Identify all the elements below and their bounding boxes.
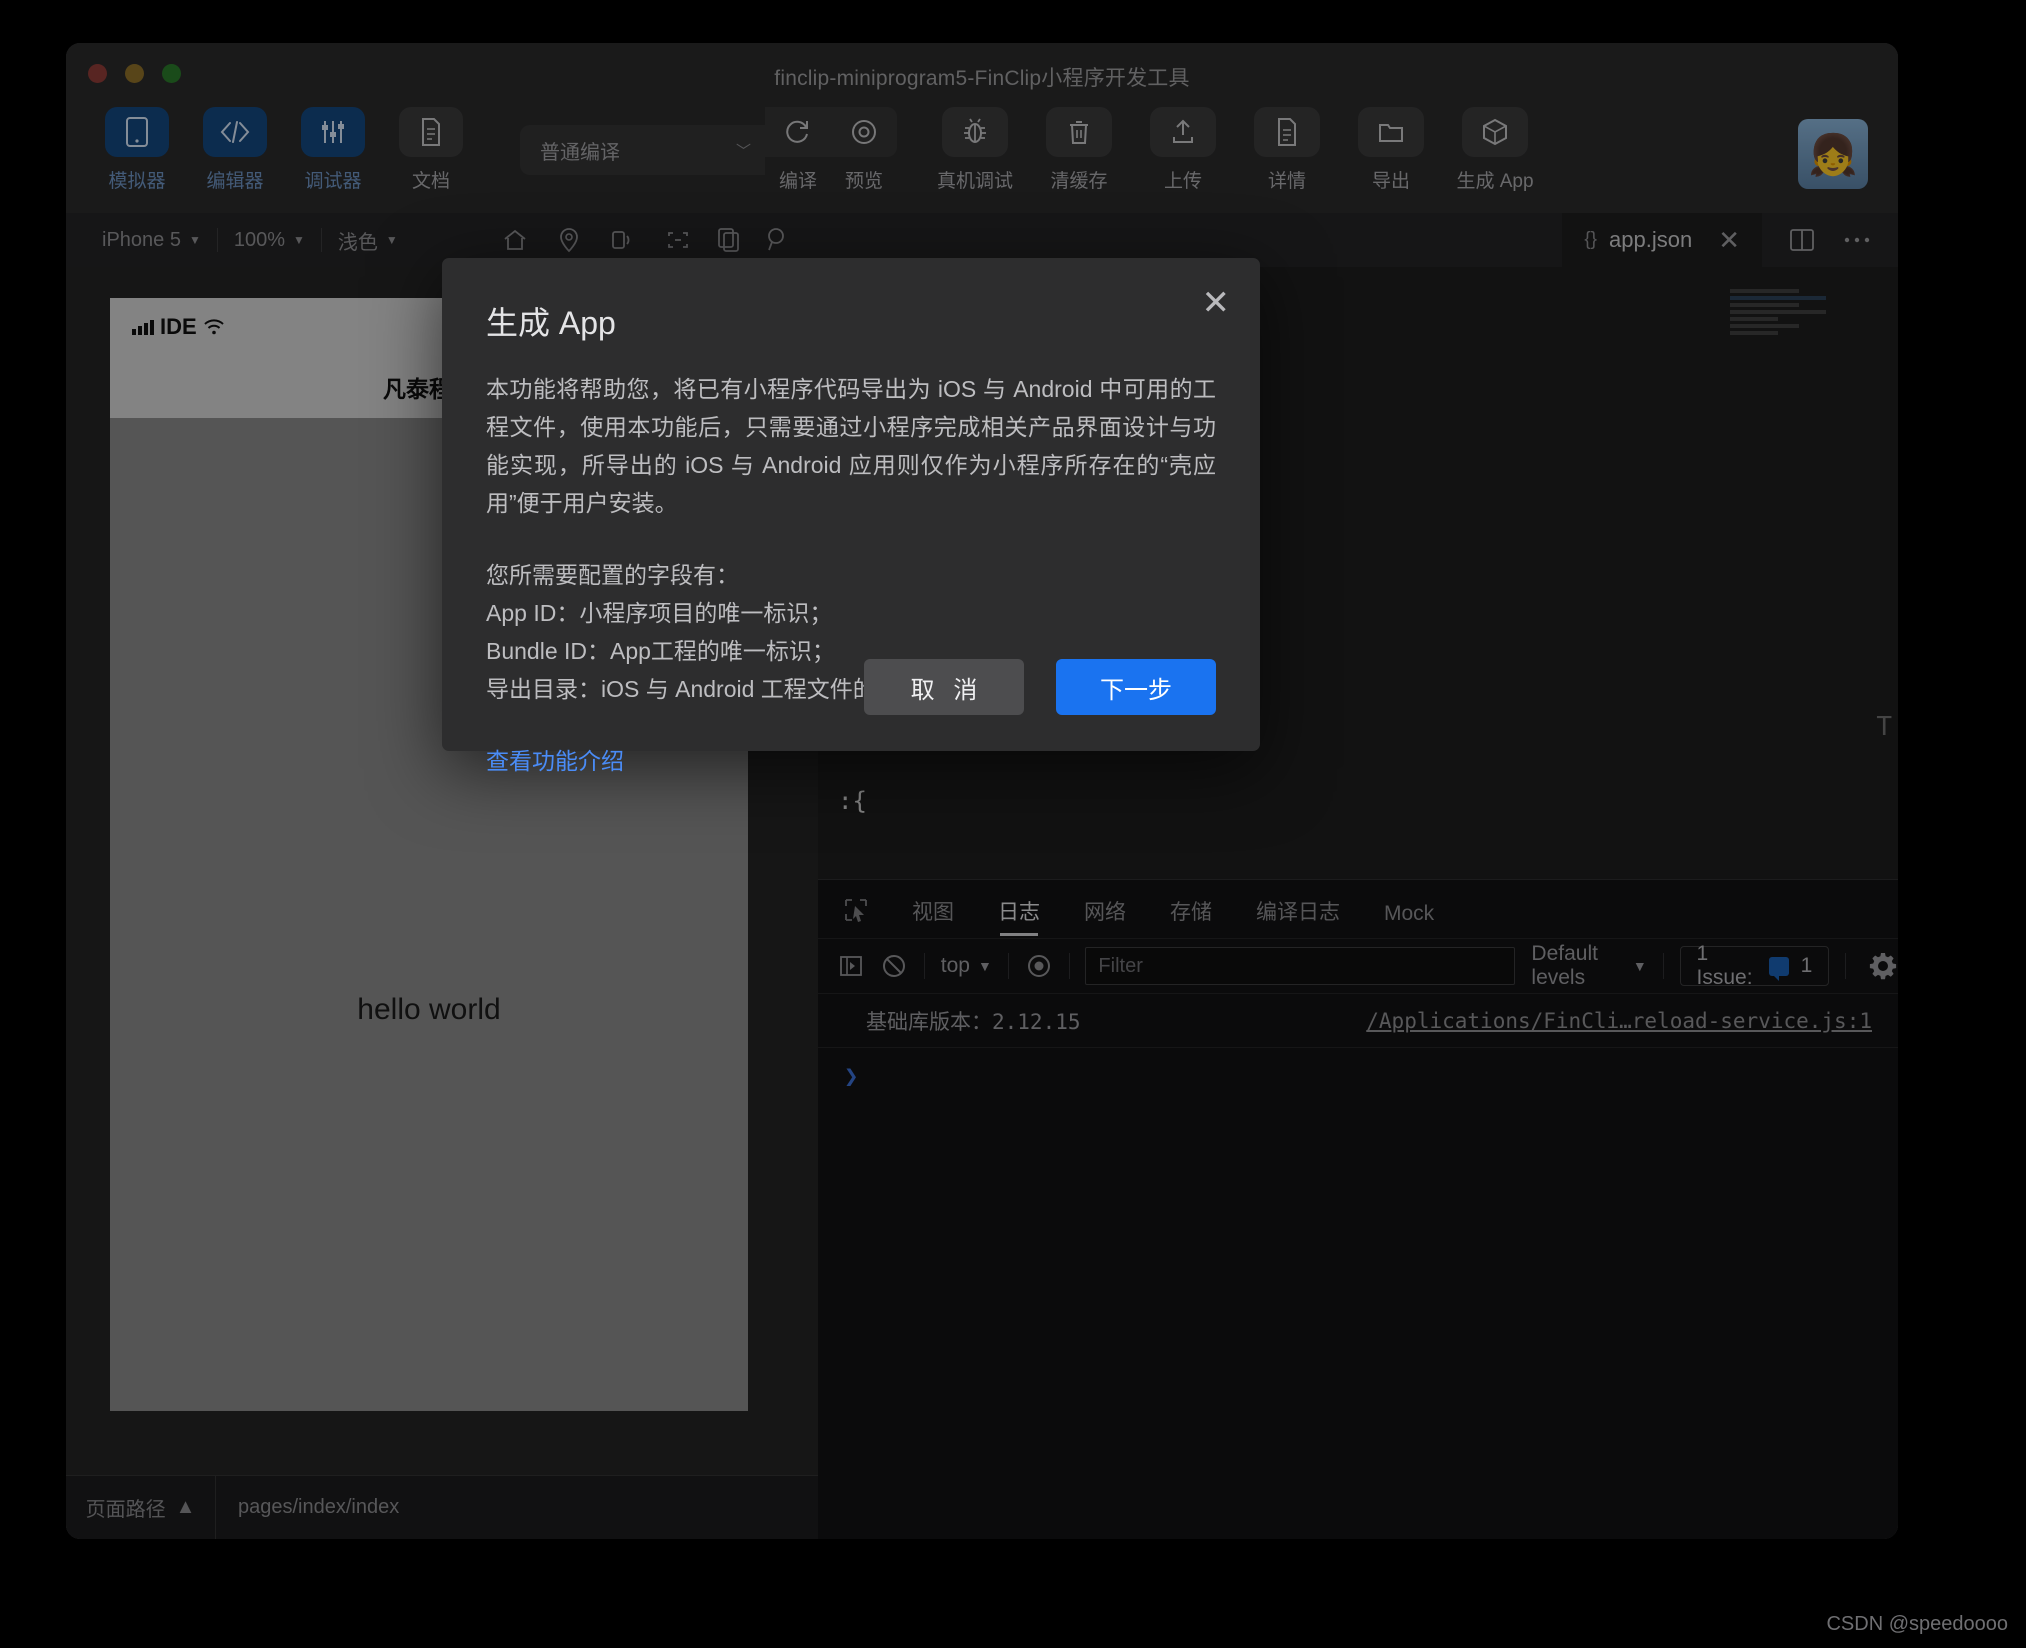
fields-intro: 您所需要配置的字段有： — [486, 556, 1216, 594]
next-button[interactable]: 下一步 — [1056, 659, 1216, 715]
dialog-description: 本功能将帮助您，将已有小程序代码导出为 iOS 与 Android 中可用的工程… — [486, 370, 1216, 522]
screen-root: finclip-miniprogram5-FinClip小程序开发工具 模拟器 … — [0, 0, 2026, 1648]
app-window: finclip-miniprogram5-FinClip小程序开发工具 模拟器 … — [66, 43, 1898, 1539]
view-feature-intro-link[interactable]: 查看功能介绍 — [486, 742, 1216, 776]
close-icon[interactable]: ✕ — [1202, 286, 1231, 320]
generate-app-dialog: ✕ 生成 App 本功能将帮助您，将已有小程序代码导出为 iOS 与 Andro… — [442, 258, 1260, 751]
dialog-title: 生成 App — [486, 298, 1216, 344]
dialog-actions: 取 消 下一步 — [864, 659, 1216, 715]
field-app-id: App ID：小程序项目的唯一标识； — [486, 594, 1216, 632]
watermark: CSDN @speedoooo — [1826, 1613, 2008, 1636]
cancel-button[interactable]: 取 消 — [864, 659, 1024, 715]
